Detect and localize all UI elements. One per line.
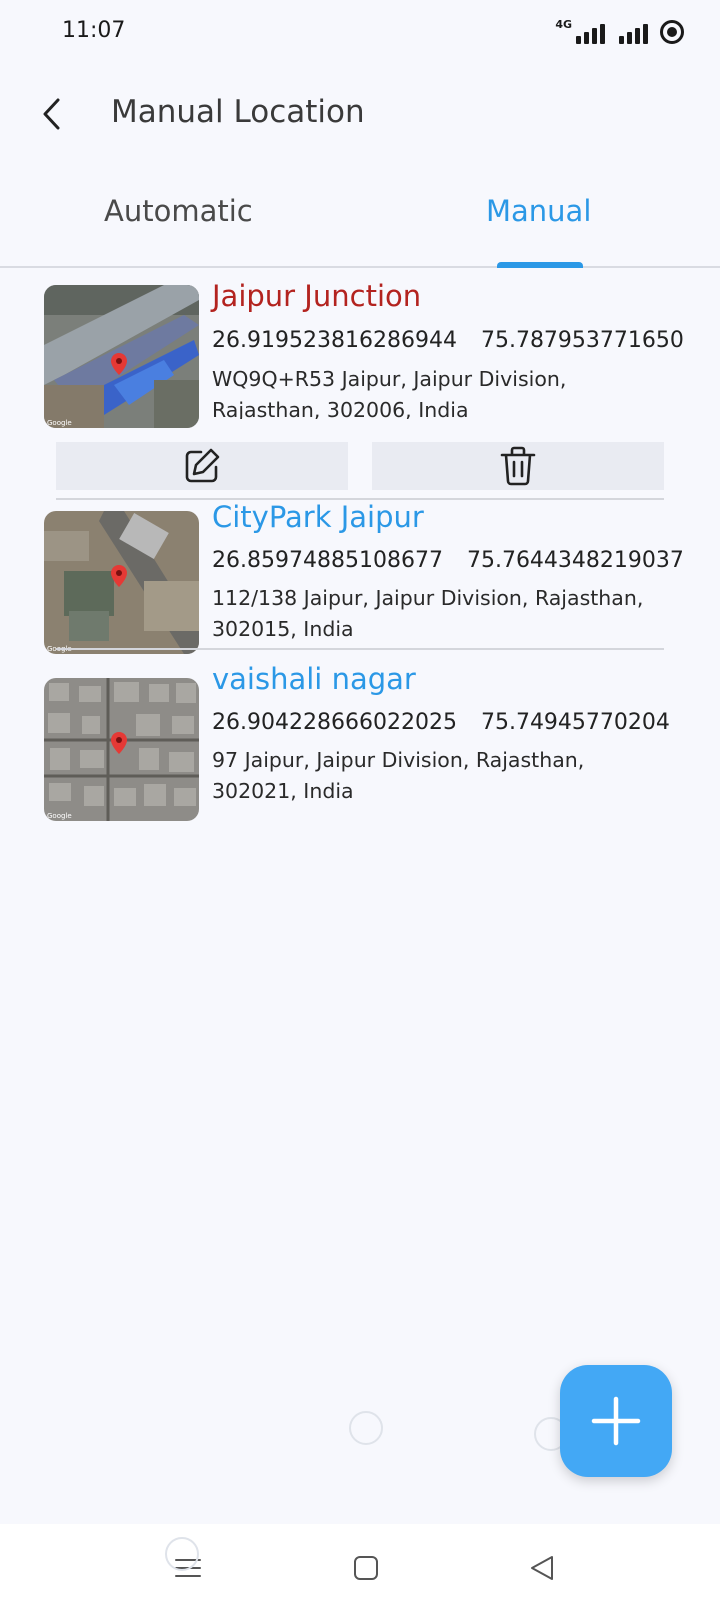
location-address: 97 Jaipur, Jaipur Division, Rajasthan, 3… [212, 748, 585, 803]
location-name: vaishali nagar [212, 662, 416, 696]
location-coordinates: 26.85974885108677 75.7644348219037 [212, 548, 684, 573]
list-item[interactable]: Google Jaipur Junction 26.91952381628694… [0, 270, 720, 500]
divider [56, 648, 664, 650]
app-header: Manual Location [0, 80, 720, 152]
map-thumbnail[interactable]: Google [44, 511, 199, 654]
back-triangle-icon [531, 1556, 553, 1580]
longitude-value: 75.74945770204 [480, 710, 670, 735]
longitude-value: 75.7644348219037 [466, 548, 684, 573]
satellite-map-image: Google [44, 678, 199, 821]
status-icons: 4G [555, 18, 684, 44]
location-address: 112/138 Jaipur, Jaipur Division, Rajasth… [212, 586, 644, 641]
map-thumbnail[interactable]: Google [44, 678, 199, 821]
back-button[interactable] [30, 92, 74, 136]
svg-text:Google: Google [47, 812, 72, 820]
touch-indicator [165, 1537, 199, 1571]
satellite-map-image: Google [44, 511, 199, 654]
delete-button[interactable] [372, 442, 664, 490]
tab-automatic[interactable]: Automatic [104, 194, 253, 228]
tab-bar: Automatic Manual [0, 180, 720, 268]
location-coordinates: 26.904228666022025 75.74945770204 [212, 710, 670, 735]
list-item[interactable]: Google CityPark Jaipur 26.85974885108677… [0, 500, 720, 662]
home-button[interactable] [344, 1546, 388, 1590]
location-coordinates: 26.919523816286944 75.787953771650 [212, 328, 684, 353]
home-square-icon [354, 1556, 378, 1580]
list-item[interactable]: Google vaishali nagar 26.904228666022025… [0, 662, 720, 824]
latitude-value: 26.919523816286944 [212, 328, 457, 353]
latitude-value: 26.904228666022025 [212, 710, 457, 735]
delete-icon [500, 446, 536, 486]
signal-icon [576, 22, 605, 44]
screen-record-icon [660, 20, 684, 44]
map-thumbnail[interactable]: Google [44, 285, 199, 428]
network-type-label: 4G [555, 18, 572, 31]
latitude-value: 26.85974885108677 [212, 548, 443, 573]
add-location-button[interactable] [560, 1365, 672, 1477]
status-bar: 11:07 4G [0, 0, 720, 62]
signal-icon [619, 22, 648, 44]
status-time: 11:07 [62, 18, 126, 43]
item-action-row [56, 442, 664, 490]
plus-icon [591, 1396, 641, 1446]
tab-manual[interactable]: Manual [486, 194, 591, 228]
svg-text:Google: Google [47, 419, 72, 427]
page-title: Manual Location [111, 94, 365, 130]
location-name: CityPark Jaipur [212, 500, 424, 534]
touch-indicator [349, 1411, 383, 1445]
edit-button[interactable] [56, 442, 348, 490]
location-name: Jaipur Junction [212, 279, 422, 313]
back-nav-button[interactable] [520, 1546, 564, 1590]
longitude-value: 75.787953771650 [480, 328, 684, 353]
edit-icon [185, 448, 220, 483]
system-nav-bar [0, 1524, 720, 1612]
active-tab-indicator [497, 262, 583, 268]
back-arrow-icon [43, 98, 60, 130]
satellite-map-image: Google [44, 285, 199, 428]
location-address: WQ9Q+R53 Jaipur, Jaipur Division, Rajast… [212, 367, 567, 419]
